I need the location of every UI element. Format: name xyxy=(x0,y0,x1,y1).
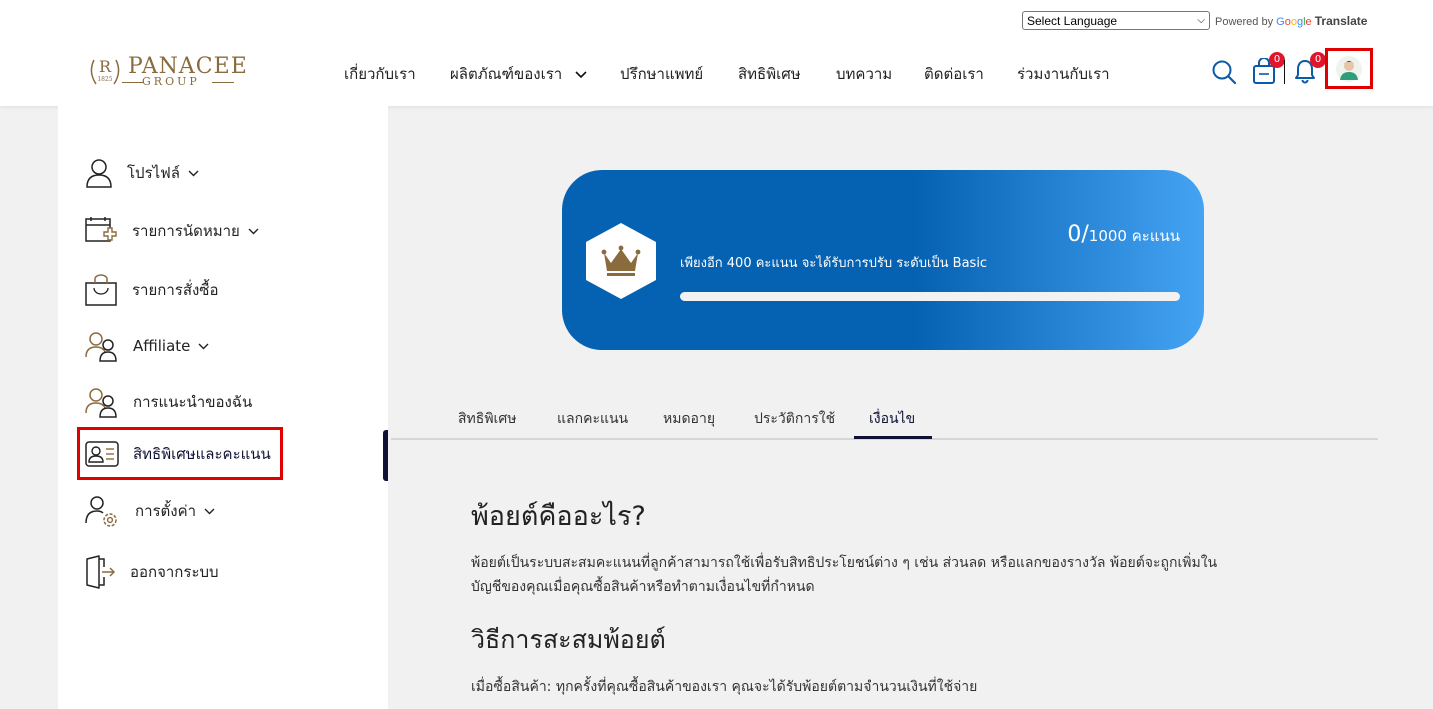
language-select-value: Select Language xyxy=(1027,13,1118,28)
google-letter: e xyxy=(1305,16,1312,28)
cart-count-badge: 0 xyxy=(1269,52,1285,68)
panacee-logo[interactable]: R 1825 PANACEE GROUP xyxy=(86,52,247,92)
section-heading-how-to-earn: วิธีการสะสมพ้อยต์ xyxy=(471,625,666,654)
header-divider xyxy=(1284,60,1285,84)
tab-conditions[interactable]: เงื่อนไข xyxy=(869,408,915,430)
logo-group-label: GROUP xyxy=(142,75,200,88)
sidebar-item-appointments[interactable]: รายการนัดหมาย xyxy=(85,216,259,246)
sidebar-item-label: รายการนัดหมาย xyxy=(132,222,240,240)
calendar-plus-icon xyxy=(85,217,117,242)
tier-upgrade-message: เพียงอีก 400 คะแนน จะได้รับการปรับ ระดับ… xyxy=(680,256,988,271)
user-gear-icon xyxy=(85,496,117,527)
sidebar-item-label: ออกจากระบบ xyxy=(130,563,219,581)
users-icon xyxy=(85,388,117,418)
header: Select Language ⌵ Powered by Google Tran… xyxy=(0,0,1433,106)
points-card: 0/1000 คะแนน เพียงอีก 400 คะแนน จะได้รับ… xyxy=(562,170,1204,350)
nav-item-contact[interactable]: ติดต่อเรา xyxy=(924,62,984,86)
tab-redeem[interactable]: แลกคะแนน xyxy=(557,408,628,430)
user-icon xyxy=(86,159,112,188)
sidebar-item-label: Affiliate xyxy=(133,337,191,355)
sidebar-item-orders[interactable]: รายการสั่งซื้อ xyxy=(85,274,219,306)
chevron-down-icon xyxy=(204,508,215,514)
avatar xyxy=(1336,55,1362,82)
sidebar-item-label: โปรไฟล์ xyxy=(127,164,180,182)
tab-privileges[interactable]: สิทธิพิเศษ xyxy=(458,408,516,430)
paragraph-line: บัญชีของคุณเมื่อคุณซื้อสินค้าหรือทำตามเง… xyxy=(471,579,815,595)
sidebar-item-referrals[interactable]: การแนะนำของฉัน xyxy=(85,386,252,418)
privilege-tabs: สิทธิพิเศษ แลกคะแนน หมดอายุ ประวัติการใช… xyxy=(391,400,1378,440)
nav-item-privileges[interactable]: สิทธิพิเศษ xyxy=(738,62,801,86)
powered-by-label: Powered by xyxy=(1215,16,1274,28)
tab-expired[interactable]: หมดอายุ xyxy=(663,408,715,430)
chevron-down-icon xyxy=(575,71,587,79)
translate-link[interactable]: Translate xyxy=(1315,14,1368,28)
google-letter: G xyxy=(1276,16,1285,28)
google-translate-credit: Powered by Google Translate xyxy=(1215,14,1367,28)
logo-year: 1825 xyxy=(97,76,112,83)
chevron-down-icon xyxy=(188,170,199,176)
laurel-crest-icon: R 1825 xyxy=(90,57,120,85)
language-select[interactable]: Select Language ⌵ xyxy=(1022,11,1210,30)
logo-divider xyxy=(212,82,234,83)
nav-item-about[interactable]: เกี่ยวกับเรา xyxy=(344,62,416,86)
membership-hexagon xyxy=(586,223,656,299)
nav-item-products[interactable]: ผลิตภัณฑ์ของเรา xyxy=(450,62,587,86)
points-counter: 0/1000 คะแนน xyxy=(1067,222,1180,248)
chevron-down-icon xyxy=(198,343,209,349)
points-progress-bar xyxy=(680,292,1180,301)
highlight-box xyxy=(77,427,283,480)
tab-history[interactable]: ประวัติการใช้ xyxy=(754,408,835,430)
paragraph-line: เมื่อซื้อสินค้า: ทุกครั้งที่คุณซื้อสินค้… xyxy=(471,679,978,695)
chevron-down-icon: ⌵ xyxy=(1197,15,1205,26)
logo-divider xyxy=(122,82,144,83)
nav-item-articles[interactable]: บทความ xyxy=(836,62,892,86)
sidebar-item-profile[interactable]: โปรไฟล์ xyxy=(85,158,199,188)
notification-count-badge: 0 xyxy=(1310,52,1326,68)
sidebar-item-label: การตั้งค่า xyxy=(135,502,197,520)
search-icon[interactable] xyxy=(1211,59,1237,85)
sidebar-item-label: การแนะนำของฉัน xyxy=(133,393,253,411)
chevron-down-icon xyxy=(248,228,259,234)
nav-item-careers[interactable]: ร่วมงานกับเรา xyxy=(1017,62,1110,86)
sidebar-item-label: รายการสั่งซื้อ xyxy=(132,281,219,299)
users-icon xyxy=(85,332,117,362)
sidebar-item-logout[interactable]: ออกจากระบบ xyxy=(85,555,219,589)
logo-mark: R xyxy=(99,57,112,76)
profile-avatar-button[interactable] xyxy=(1325,48,1373,89)
paragraph-line: พ้อยต์เป็นระบบสะสมคะแนนที่ลูกค้าสามารถใช… xyxy=(471,555,1218,571)
current-points: 0/ xyxy=(1067,222,1089,247)
sidebar-scroll-indicator xyxy=(383,430,388,481)
section-heading-what-is-points: พ้อยต์คืออะไร? xyxy=(471,501,646,532)
sidebar-item-affiliate[interactable]: Affiliate xyxy=(85,330,209,362)
target-points: 1000 คะแนน xyxy=(1088,227,1180,245)
nav-item-products-label: ผลิตภัณฑ์ของเรา xyxy=(450,65,563,83)
logout-icon xyxy=(86,555,115,589)
shopping-bag-icon xyxy=(85,274,117,306)
nav-item-consult[interactable]: ปรึกษาแพทย์ xyxy=(620,62,703,86)
active-tab-indicator xyxy=(854,436,932,439)
account-sidebar: โปรไฟล์ รายการนัดหมาย รายการสั่งซื้อ Aff… xyxy=(58,106,388,709)
sidebar-item-settings[interactable]: การตั้งค่า xyxy=(85,494,215,528)
